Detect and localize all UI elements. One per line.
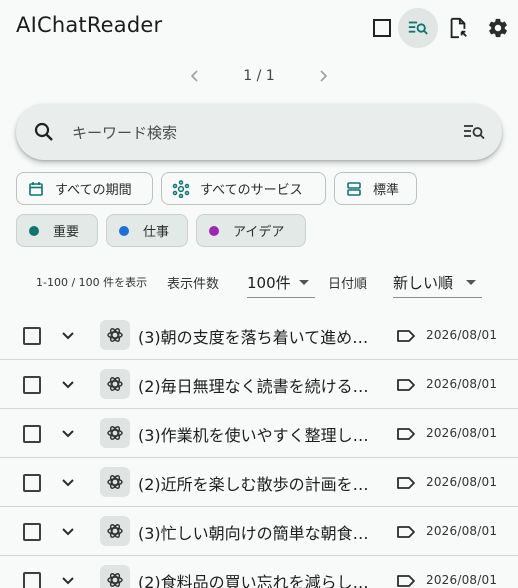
- gear-icon: [489, 18, 507, 38]
- label-icon[interactable]: [396, 326, 416, 346]
- service-filter-chip[interactable]: すべてのサービス: [161, 172, 326, 205]
- row-checkbox[interactable]: [23, 376, 41, 394]
- list-item[interactable]: (2)食料品の買い忘れを減らしたい 2026/08/01: [0, 556, 518, 588]
- search-list-button[interactable]: [398, 8, 438, 48]
- app-title: AIChatReader: [16, 13, 163, 37]
- row-checkbox[interactable]: [23, 474, 41, 492]
- chatgpt-icon: [100, 320, 130, 350]
- label-icon[interactable]: [396, 571, 416, 588]
- sort-order-value: 新しい順: [393, 274, 454, 292]
- period-filter-chip[interactable]: すべての期間: [16, 172, 153, 205]
- result-range: 1-100 / 100 件を表示: [36, 276, 148, 289]
- view-agenda-icon: [345, 180, 363, 198]
- tag-label: 仕事: [143, 225, 170, 240]
- page-size-label: 表示件数: [167, 277, 220, 292]
- file-export-icon: [450, 17, 467, 39]
- chevron-left-icon: [190, 70, 198, 82]
- chevron-down-icon[interactable]: [58, 472, 78, 492]
- row-title: (3)朝の支度を落ち着いて進める方法: [138, 328, 370, 347]
- row-title: (3)忙しい朝向けの簡単な朝食レシピ: [138, 524, 370, 543]
- chatgpt-icon: [100, 369, 130, 399]
- label-icon[interactable]: [396, 522, 416, 542]
- app-bar: AIChatReader: [0, 0, 518, 56]
- list-item[interactable]: (2)毎日無理なく読書を続けるコツ 2026/08/01: [0, 360, 518, 409]
- row-date: 2026/08/01: [426, 475, 498, 489]
- label-icon[interactable]: [396, 375, 416, 395]
- sort-label: 日付順: [328, 277, 368, 292]
- sort-bar: 1-100 / 100 件を表示 表示件数 100件 日付順 新しい順: [0, 264, 518, 298]
- settings-button[interactable]: [478, 8, 518, 48]
- row-title: (2)食料品の買い忘れを減らしたい: [138, 573, 370, 588]
- row-title: (2)近所を楽しむ散歩の計画を立てる: [138, 475, 370, 494]
- pager: 1 / 1: [0, 62, 518, 90]
- row-checkbox[interactable]: [23, 523, 41, 541]
- tag-color-dot: [119, 225, 129, 236]
- chevron-down-icon[interactable]: [58, 374, 78, 394]
- row-date: 2026/08/01: [426, 426, 498, 440]
- view-mode-chip[interactable]: 標準: [334, 172, 417, 205]
- search-bar: [16, 104, 502, 160]
- label-icon[interactable]: [396, 424, 416, 444]
- page-indicator: 1 / 1: [243, 68, 275, 84]
- chatgpt-icon: [100, 467, 130, 497]
- row-date: 2026/08/01: [426, 524, 498, 538]
- chevron-down-icon[interactable]: [58, 570, 78, 588]
- tag-chip-work[interactable]: 仕事: [106, 214, 188, 247]
- view-mode-label: 標準: [373, 183, 400, 198]
- row-date: 2026/08/01: [426, 377, 498, 391]
- row-checkbox[interactable]: [23, 425, 41, 443]
- tag-chip-idea[interactable]: アイデア: [196, 214, 306, 247]
- list-item[interactable]: (2)近所を楽しむ散歩の計画を立てる 2026/08/01: [0, 458, 518, 507]
- label-icon[interactable]: [396, 473, 416, 493]
- list-item[interactable]: (3)作業机を使いやすく整理したい 2026/08/01: [0, 409, 518, 458]
- hub-icon: [172, 179, 190, 198]
- row-title: (3)作業机を使いやすく整理したい: [138, 426, 370, 445]
- row-checkbox[interactable]: [23, 327, 41, 345]
- chevron-down-icon[interactable]: [58, 521, 78, 541]
- search-input[interactable]: [72, 122, 432, 144]
- row-checkbox[interactable]: [23, 572, 41, 588]
- row-title: (2)毎日無理なく読書を続けるコツ: [138, 377, 370, 396]
- search-list-icon: [408, 21, 428, 35]
- chatgpt-icon: [100, 418, 130, 448]
- prev-page-button[interactable]: [183, 64, 207, 88]
- caret-down-icon: [466, 280, 476, 285]
- list-item[interactable]: (3)朝の支度を落ち着いて進める方法 2026/08/01: [0, 311, 518, 360]
- row-date: 2026/08/01: [426, 328, 498, 342]
- tag-color-dot: [209, 225, 219, 236]
- page-size-value: 100件: [247, 274, 291, 292]
- caret-down-icon: [299, 280, 309, 285]
- tag-label: 重要: [53, 225, 80, 240]
- tag-chip-important[interactable]: 重要: [16, 214, 98, 247]
- chevron-down-icon[interactable]: [58, 325, 78, 345]
- period-filter-label: すべての期間: [55, 183, 132, 198]
- next-page-button[interactable]: [311, 64, 335, 88]
- calendar-icon: [27, 180, 45, 198]
- sort-order-select[interactable]: 新しい順: [393, 266, 482, 298]
- chevron-down-icon[interactable]: [58, 423, 78, 443]
- export-button[interactable]: [438, 8, 478, 48]
- chatgpt-icon: [100, 516, 130, 546]
- advanced-search-icon[interactable]: [462, 120, 486, 144]
- tag-label: アイデア: [233, 225, 285, 240]
- chevron-right-icon: [320, 70, 328, 82]
- service-filter-label: すべてのサービス: [200, 183, 303, 198]
- select-all-checkbox-icon: [373, 19, 391, 37]
- tag-color-dot: [29, 225, 39, 236]
- list-item[interactable]: (3)忙しい朝向けの簡単な朝食レシピ 2026/08/01: [0, 507, 518, 556]
- chatgpt-icon: [100, 565, 130, 588]
- search-icon: [34, 122, 53, 141]
- page-size-select[interactable]: 100件: [247, 266, 315, 298]
- row-date: 2026/08/01: [426, 573, 498, 587]
- select-all-button[interactable]: [362, 8, 402, 48]
